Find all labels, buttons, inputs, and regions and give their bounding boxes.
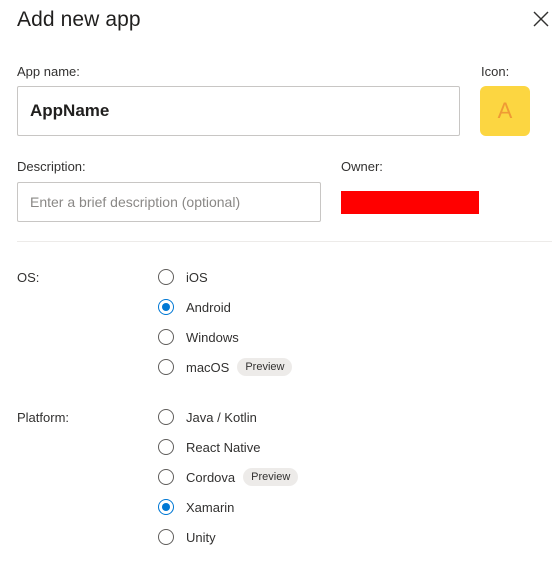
platform-option-java-kotlin[interactable]: Java / Kotlin [158, 406, 257, 428]
os-option-macos[interactable]: macOS Preview [158, 356, 293, 378]
app-icon-letter: A [497, 98, 513, 123]
platform-option-xamarin[interactable]: Xamarin [158, 496, 234, 518]
platform-option-label: Java / Kotlin [186, 409, 257, 425]
platform-option-label: React Native [186, 439, 261, 455]
platform-option-react-native[interactable]: React Native [158, 436, 260, 458]
platform-option-label: Xamarin [186, 499, 235, 515]
platform-option-label: Cordova [186, 469, 236, 485]
os-option-label: iOS [186, 269, 208, 285]
radio-button[interactable] [158, 499, 174, 515]
app-name-label: App name: [17, 64, 80, 79]
app-icon-picker[interactable]: A [480, 86, 530, 136]
platform-option-cordova[interactable]: Cordova Preview [158, 466, 299, 488]
os-option-windows[interactable]: Windows [158, 326, 239, 348]
owner-label: Owner: [341, 159, 383, 174]
os-option-label: macOS [186, 359, 230, 375]
radio-button[interactable] [158, 269, 174, 285]
os-option-label: Android [186, 299, 231, 315]
preview-badge: Preview [237, 358, 293, 376]
radio-button[interactable] [158, 359, 174, 375]
os-option-ios[interactable]: iOS [158, 266, 208, 288]
dialog-title: Add new app [17, 8, 141, 31]
radio-button[interactable] [158, 439, 174, 455]
close-icon[interactable] [532, 10, 550, 28]
section-divider [17, 241, 552, 242]
preview-badge: Preview [243, 468, 299, 486]
os-option-label: Windows [186, 329, 239, 345]
radio-button[interactable] [158, 329, 174, 345]
radio-button[interactable] [158, 469, 174, 485]
platform-option-label: Unity [186, 529, 216, 545]
os-option-android[interactable]: Android [158, 296, 231, 318]
icon-label: Icon: [481, 64, 510, 79]
platform-label: Platform: [17, 410, 70, 425]
radio-button[interactable] [158, 299, 174, 315]
description-input[interactable] [17, 182, 321, 222]
platform-option-unity[interactable]: Unity [158, 526, 216, 548]
os-label: OS: [17, 270, 40, 285]
app-name-input[interactable] [17, 86, 460, 136]
description-label: Description: [17, 159, 86, 174]
owner-selector-redacted[interactable] [341, 191, 479, 214]
radio-button[interactable] [158, 529, 174, 545]
radio-button[interactable] [158, 409, 174, 425]
